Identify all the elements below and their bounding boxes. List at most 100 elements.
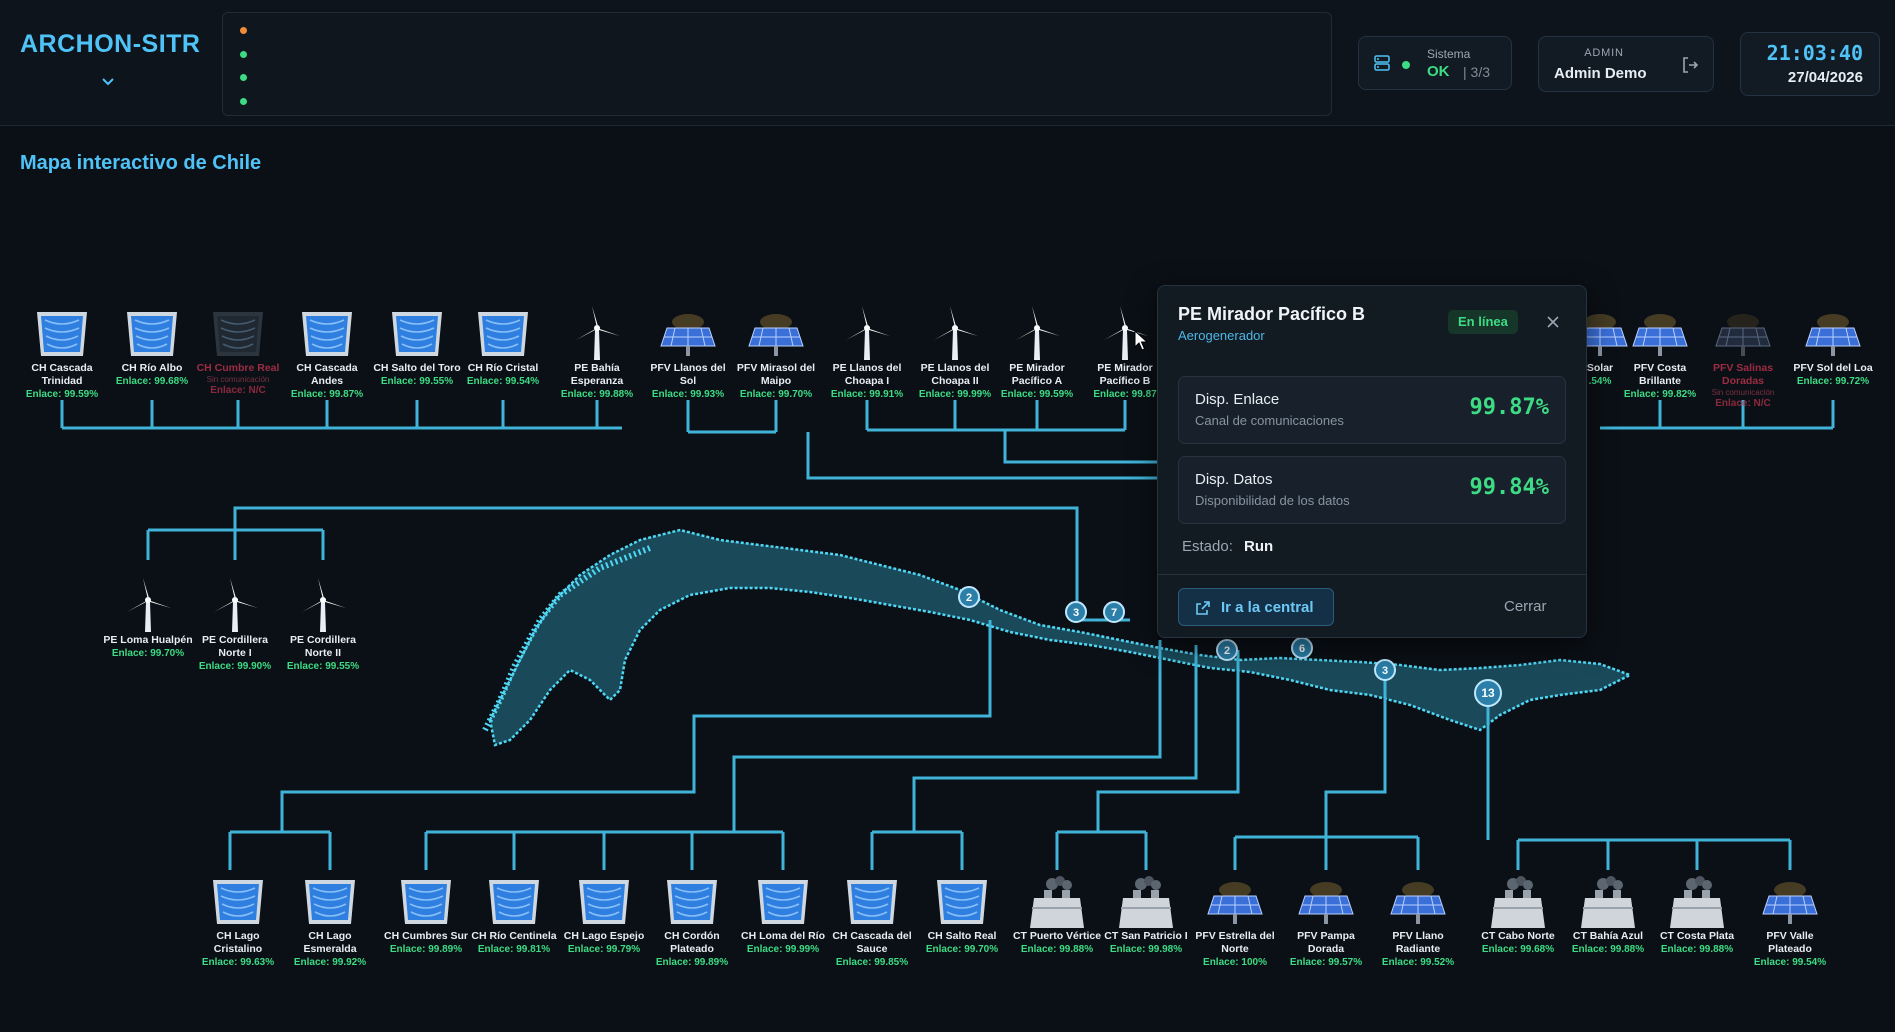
station-status-text: Sin comunicación xyxy=(206,375,270,384)
thermal-plant-icon xyxy=(1491,876,1545,928)
event-dot xyxy=(240,74,247,81)
server-icon xyxy=(1374,55,1390,71)
station-link: Enlace: 99.72% xyxy=(1796,376,1870,387)
station-node[interactable]: CH Salto del Toro Enlace: 99.55% xyxy=(372,306,462,387)
user-name: Admin Demo xyxy=(1554,65,1647,82)
station-link: Enlace: 99.59% xyxy=(1000,389,1074,400)
station-node[interactable]: CH Río Albo Enlace: 99.68% xyxy=(107,306,197,387)
clock: 21:03:40 27/04/2026 xyxy=(1740,32,1880,96)
station-node[interactable]: CH Lago Esmeralda Enlace: 99.92% xyxy=(285,874,375,968)
event-row[interactable] xyxy=(223,66,1331,90)
system-count: | 3/3 xyxy=(1463,64,1490,80)
station-node[interactable]: PE Bahía Esperanza Enlace: 99.88% xyxy=(552,306,642,400)
station-name: PFV Pampa Dorada xyxy=(1297,930,1355,955)
station-name: CH Lago Espejo xyxy=(563,930,645,942)
user-role: ADMIN xyxy=(1584,47,1624,59)
station-node[interactable]: CH Cordón Plateado Enlace: 99.89% xyxy=(647,874,737,968)
station-node[interactable]: CH Cascada del Sauce Enlace: 99.85% xyxy=(827,874,917,968)
connection-line xyxy=(806,432,1160,480)
station-node[interactable]: CH Loma del Río Enlace: 99.99% xyxy=(738,874,828,955)
event-row[interactable] xyxy=(223,90,1331,114)
station-node[interactable]: CT Cabo Norte Enlace: 99.68% xyxy=(1473,874,1563,955)
station-name: CT Bahía Azul xyxy=(1572,930,1644,942)
station-name: CH Río Centinela xyxy=(471,930,557,942)
station-node[interactable]: CH Lago Cristalino Enlace: 99.63% xyxy=(193,874,283,968)
wind-turbine-icon xyxy=(846,306,890,360)
station-node[interactable]: PE Llanos del Choapa I Enlace: 99.91% xyxy=(822,306,912,400)
station-node[interactable]: PFV Salinas Doradas Sin comunicación Enlac… xyxy=(1698,306,1788,409)
station-node[interactable]: CH Cascada Andes Enlace: 99.87% xyxy=(282,306,372,400)
solar-panel-icon xyxy=(1805,314,1861,356)
solar-panel-icon xyxy=(1762,882,1818,924)
wind-turbine-icon xyxy=(127,578,171,632)
station-node[interactable]: PFV Sol del Loa Enlace: 99.72% xyxy=(1788,306,1878,387)
solar-panel-icon xyxy=(748,314,804,356)
station-node[interactable]: PFV Mirasol del Maipo Enlace: 99.70% xyxy=(731,306,821,400)
station-node[interactable]: PFV Llanos del Sol Enlace: 99.93% xyxy=(643,306,733,400)
station-link: Enlace: 99.93% xyxy=(651,389,725,400)
station-link: Enlace: 99.88% xyxy=(560,389,634,400)
hydro-dam-icon xyxy=(305,880,355,924)
station-link: Enlace: 99.55% xyxy=(286,661,360,672)
station-node[interactable]: PE Loma Hualpén Enlace: 99.70% xyxy=(103,578,193,659)
thermal-plant-icon xyxy=(1119,876,1173,928)
connection-line xyxy=(1324,672,1387,837)
station-node[interactable]: CT Bahía Azul Enlace: 99.88% xyxy=(1563,874,1653,955)
station-node[interactable]: PFV Valle Plateado Enlace: 99.54% xyxy=(1745,874,1835,968)
map-cluster-marker[interactable]: 13 xyxy=(1474,679,1502,707)
system-status[interactable]: Sistema OK | 3/3 xyxy=(1358,36,1512,90)
station-name: CH Loma del Río xyxy=(740,930,825,942)
link-card-value: 99.87% xyxy=(1469,395,1549,420)
station-node[interactable]: CT San Patricio I Enlace: 99.98% xyxy=(1101,874,1191,955)
station-node[interactable]: PE Cordillera Norte I Enlace: 99.90% xyxy=(190,578,280,672)
station-link: Enlace: 99.79% xyxy=(567,944,641,955)
wind-turbine-icon xyxy=(576,306,620,360)
connection-line xyxy=(1096,650,1240,832)
station-link: Enlace: 99.57% xyxy=(1289,957,1363,968)
station-name: CH Salto del Toro xyxy=(373,362,461,374)
event-row[interactable] xyxy=(223,43,1331,67)
link-card-title: Disp. Enlace xyxy=(1195,391,1280,408)
station-link: Enlace: 99.68% xyxy=(1481,944,1555,955)
status-badge: En línea xyxy=(1448,310,1518,334)
station-node[interactable]: CH Cumbre Real Sin comunicación Enlace: N/… xyxy=(193,306,283,396)
close-icon[interactable] xyxy=(1545,314,1561,330)
station-node[interactable]: PE Mirador Pacífico A Enlace: 99.59% xyxy=(992,306,1082,400)
station-node[interactable]: CH Salto Real Enlace: 99.70% xyxy=(917,874,1007,955)
state-value: Run xyxy=(1244,538,1274,555)
map-cluster-marker[interactable]: 2 xyxy=(958,586,980,608)
data-card-title: Disp. Datos xyxy=(1195,471,1273,488)
svg-text:7: 7 xyxy=(1111,607,1117,619)
station-node[interactable]: PFV Pampa Dorada Enlace: 99.57% xyxy=(1281,874,1371,968)
popup-type: Aerogenerador xyxy=(1178,328,1265,343)
station-node[interactable]: PFV Estrella del Norte Enlace: 100% xyxy=(1190,874,1280,968)
station-link: Enlace: 99.85% xyxy=(835,957,909,968)
goto-station-button[interactable]: Ir a la central xyxy=(1178,588,1334,626)
map-cluster-marker[interactable]: 3 xyxy=(1065,601,1087,623)
hydro-dam-icon xyxy=(937,880,987,924)
external-link-icon xyxy=(1196,601,1210,615)
map-cluster-marker[interactable]: 3 xyxy=(1374,659,1396,681)
logout-icon[interactable] xyxy=(1680,55,1700,75)
event-dot xyxy=(240,97,247,105)
station-node[interactable]: PFV Llano Radiante Enlace: 99.52% xyxy=(1373,874,1463,968)
chevron-down-icon[interactable] xyxy=(100,74,116,90)
station-node[interactable]: CH Cumbres Sur Enlace: 99.89% xyxy=(381,874,471,955)
map-cluster-marker[interactable]: 6 xyxy=(1291,637,1313,659)
map-cluster-marker[interactable]: 7 xyxy=(1103,601,1125,623)
station-node[interactable]: CT Puerto Vértice Enlace: 99.88% xyxy=(1012,874,1102,955)
station-node[interactable]: PE Cordillera Norte II Enlace: 99.55% xyxy=(278,578,368,672)
station-node[interactable]: PE Llanos del Choapa II Enlace: 99.99% xyxy=(910,306,1000,400)
solar-panel-icon xyxy=(1207,882,1263,924)
station-node[interactable]: CH Lago Espejo Enlace: 99.79% xyxy=(559,874,649,955)
station-name: PFV Llanos del Sol xyxy=(650,362,726,387)
event-row[interactable] xyxy=(223,19,1331,43)
map-cluster-marker[interactable]: 2 xyxy=(1216,639,1238,661)
station-node[interactable]: CT Costa Plata Enlace: 99.88% xyxy=(1652,874,1742,955)
station-node[interactable]: CH Cascada Trinidad Enlace: 99.59% xyxy=(17,306,107,400)
station-link: Enlace: 100% xyxy=(1203,957,1267,968)
station-node[interactable]: CH Río Centinela Enlace: 99.81% xyxy=(469,874,559,955)
station-node[interactable]: PFV Costa Brillante Enlace: 99.82% xyxy=(1615,306,1705,400)
close-button[interactable]: Cerrar xyxy=(1504,598,1547,615)
station-node[interactable]: CH Río Cristal Enlace: 99.54% xyxy=(458,306,548,387)
